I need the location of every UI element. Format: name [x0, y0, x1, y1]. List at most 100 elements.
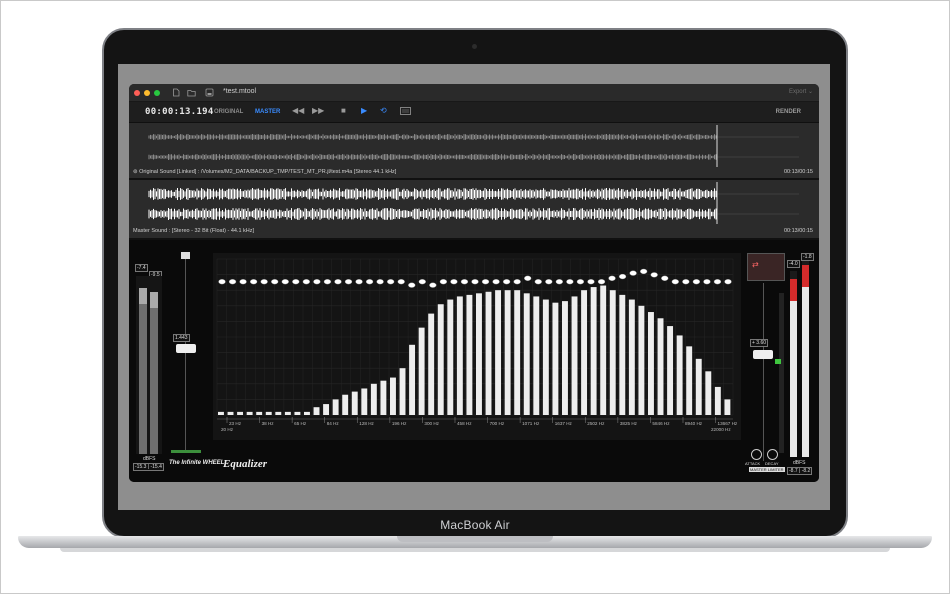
window-title: *test.mtool [223, 88, 257, 95]
eq-band-node[interactable] [344, 279, 353, 285]
eq-band-node[interactable] [481, 279, 490, 285]
eq-band-node[interactable] [555, 279, 563, 285]
eq-band-node[interactable] [355, 279, 363, 285]
device-brand-label: MacBook Air [440, 518, 510, 532]
eq-band-node[interactable] [281, 279, 289, 285]
gain-fader-knob[interactable] [176, 344, 196, 353]
eq-band-bar [466, 294, 473, 415]
master-waveform[interactable] [129, 180, 819, 228]
eq-band-node[interactable] [450, 279, 458, 285]
eq-band-node[interactable] [650, 272, 658, 278]
eq-band-node[interactable] [260, 279, 268, 285]
eq-band-node[interactable] [228, 279, 237, 285]
eq-band-node[interactable] [471, 279, 479, 285]
save-icon[interactable] [205, 88, 214, 97]
minimize-window-button[interactable] [144, 90, 150, 96]
gain-fader-top-handle[interactable] [181, 252, 190, 259]
rewind-icon[interactable]: ◀◀ [292, 106, 304, 115]
play-icon[interactable]: ▶ [361, 106, 367, 115]
document-icon[interactable] [171, 88, 180, 97]
stop-icon[interactable]: ■ [341, 106, 346, 115]
eq-band-node[interactable] [576, 279, 585, 285]
eq-band-node[interactable] [692, 279, 700, 285]
eq-band-node[interactable] [313, 279, 321, 285]
eq-band-node[interactable] [682, 279, 690, 285]
eq-band-node[interactable] [323, 279, 332, 285]
attack-label: ATTACK [745, 461, 761, 466]
close-window-button[interactable] [134, 90, 140, 96]
eq-band-node[interactable] [713, 279, 722, 285]
eq-frequency-label: 84 Hz [327, 421, 340, 426]
eq-band-node[interactable] [629, 270, 637, 276]
eq-band-node[interactable] [703, 279, 711, 285]
decay-knob[interactable] [767, 449, 778, 460]
eq-frequency-label: 196 Hz [392, 421, 407, 426]
eq-band-node[interactable] [524, 275, 532, 281]
laptop-notch [397, 536, 553, 542]
track-info-text: Original Sound [Linked] : /Volumes/M2_DA… [139, 169, 397, 175]
eq-band-bar [504, 290, 511, 415]
folder-icon[interactable] [187, 88, 196, 97]
limiter-panel: ⇄ + 3.60 ATTACK DECAY MASTER LIMITER -4.… [745, 253, 817, 478]
eq-band-node[interactable] [724, 279, 732, 285]
eq-band-node[interactable] [661, 275, 669, 281]
eq-band-bar [361, 388, 368, 415]
marker-icon[interactable] [400, 107, 411, 117]
eq-band-node[interactable] [534, 279, 542, 285]
equalizer-graph[interactable]: 23 Hz 38 Hz 65 Hz 84 Hz 128 Hz 196 Hz 300 Hz 45… [213, 253, 741, 440]
threshold-knob[interactable] [753, 350, 773, 359]
eq-band-node[interactable] [566, 279, 574, 285]
eq-band-node[interactable] [334, 279, 342, 285]
eq-band-node[interactable] [545, 279, 553, 285]
master-mode-button[interactable]: MASTER [255, 109, 280, 115]
equalizer-display[interactable]: 23 Hz 38 Hz 65 Hz 84 Hz 128 Hz 196 Hz 300 Hz 45… [213, 253, 741, 440]
eq-band-node[interactable] [640, 268, 648, 275]
eq-band-node[interactable] [292, 279, 300, 285]
eq-band-node[interactable] [460, 279, 469, 285]
limiter-mode-display[interactable]: ⇄ [747, 253, 785, 281]
eq-band-bar [619, 294, 626, 415]
original-waveform[interactable] [129, 123, 819, 169]
eq-band-node[interactable] [387, 279, 395, 285]
export-dropdown[interactable]: Export ⌄ [789, 88, 813, 95]
eq-band-node[interactable] [439, 279, 447, 285]
laptop-base-shadow [60, 548, 890, 552]
eq-band-bar [418, 327, 425, 415]
eq-band-node[interactable] [250, 279, 258, 285]
eq-band-node[interactable] [671, 279, 679, 285]
eq-band-node[interactable] [513, 279, 521, 285]
eq-band-node[interactable] [376, 279, 384, 285]
eq-band-node[interactable] [302, 279, 310, 285]
attack-knob[interactable] [751, 449, 762, 460]
eq-band-node[interactable] [618, 273, 627, 280]
input-level-meter [136, 276, 162, 454]
eq-band-bar [323, 404, 330, 415]
eq-band-node[interactable] [218, 279, 226, 285]
eq-band-node[interactable] [418, 279, 426, 285]
loop-icon[interactable]: ⟲ [380, 106, 387, 115]
zoom-window-button[interactable] [154, 90, 160, 96]
peak-left-readout: -7.4 [135, 264, 148, 272]
eq-band-node[interactable] [239, 279, 247, 285]
master-sound-track[interactable]: Master Sound : [Stereo - 32 Bit (Float) … [129, 180, 819, 238]
eq-band-node[interactable] [587, 279, 595, 285]
meter-peak-right [150, 292, 158, 308]
original-mode-button[interactable]: ORIGINAL [214, 109, 243, 115]
eq-band-bar [313, 407, 320, 415]
eq-band-bar [676, 335, 683, 415]
render-button[interactable]: RENDER [776, 109, 801, 115]
eq-band-node[interactable] [429, 282, 437, 288]
original-sound-track[interactable]: ⊚ Original Sound [Linked] : /Volumes/M2_… [129, 123, 819, 178]
eq-band-node[interactable] [597, 279, 606, 285]
eq-band-node[interactable] [365, 279, 374, 285]
eq-band-node[interactable] [503, 279, 511, 285]
eq-band-node[interactable] [608, 275, 616, 281]
eq-band-node[interactable] [408, 282, 416, 288]
output-meter-left [790, 271, 797, 457]
eq-band-node[interactable] [397, 279, 405, 285]
fast-forward-icon[interactable]: ▶▶ [312, 106, 324, 115]
eq-band-bar [265, 411, 272, 415]
eq-band-node[interactable] [492, 279, 500, 285]
eq-band-node[interactable] [271, 279, 279, 285]
eq-band-bar [495, 290, 502, 415]
